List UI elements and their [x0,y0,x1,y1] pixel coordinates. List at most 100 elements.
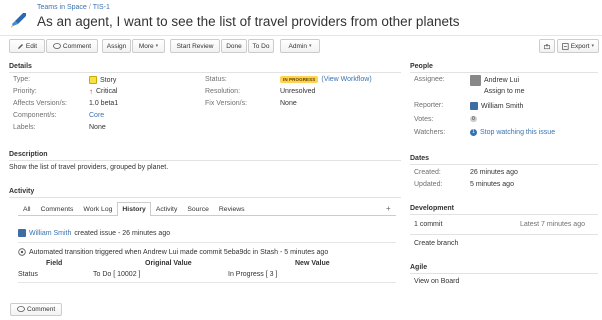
tab-activity[interactable]: Activity [151,202,183,215]
assign-button[interactable]: Assign [102,39,131,53]
breadcrumb-project-link[interactable]: Teams in Space [37,4,87,11]
agile-divider [410,273,598,274]
fix-version-value[interactable]: None [280,100,297,107]
more-dropdown[interactable]: More ▾ [132,39,165,53]
tab-reviews[interactable]: Reviews [214,202,250,215]
share-button[interactable] [539,39,555,53]
export-dropdown[interactable]: Export ▾ [557,39,599,53]
updated-label: Updated: [414,181,443,188]
expand-plus-icon[interactable]: + [386,204,391,213]
watchers-label: Watchers: [414,129,446,136]
comment-label: Comment [62,42,92,50]
view-workflow-link[interactable]: (View Workflow) [321,76,371,83]
speech-bubble-icon [53,42,61,49]
details-divider [9,72,401,73]
development-divider [410,214,598,215]
stop-watching-link[interactable]: Stop watching this issue [480,129,555,136]
issue-title[interactable]: As an agent, I want to see the list of t… [37,14,459,29]
watchers-value[interactable]: 1 Stop watching this issue [470,129,555,136]
admin-dropdown[interactable]: Admin ▾ [280,39,320,53]
avatar [470,75,481,86]
votes-label: Votes: [414,116,434,123]
comment-bottom-button[interactable]: Comment [10,303,63,316]
assignee-value[interactable]: Andrew Lui [470,75,519,86]
tab-work-log[interactable]: Work Log [78,202,117,215]
done-button[interactable]: Done [221,39,247,53]
more-label: More [138,42,154,50]
admin-label: Admin [288,42,307,50]
done-label: Done [226,42,242,50]
edit-button[interactable]: Edit [9,39,45,53]
assign-to-me-link[interactable]: Assign to me [484,88,524,95]
history-user-link[interactable]: William Smith [29,230,71,237]
chevron-down-icon: ▾ [155,43,159,49]
created-label: Created: [414,169,441,176]
votes-count: 0 [470,116,477,122]
status-value: IN PROGRESS (View Workflow) [280,76,372,83]
activity-divider [9,197,401,198]
reporter-value[interactable]: William Smith [470,102,523,110]
breadcrumb-separator: / [88,4,91,11]
chevron-down-icon: ▾ [591,43,594,49]
votes-value[interactable]: 0 [470,116,477,122]
view-on-board-link[interactable]: View on Board [414,278,459,285]
dates-heading: Dates [410,155,430,162]
story-icon [89,76,97,84]
breadcrumb-issue-link[interactable]: TIS-1 [93,4,110,11]
create-branch-link[interactable]: Create branch [414,240,458,247]
share-icon [544,43,550,49]
created-value: 26 minutes ago [470,169,518,176]
latest-commit-time: Latest 7 minutes ago [520,221,585,228]
people-heading: People [410,63,433,70]
description-heading: Description [9,151,48,158]
chevron-down-icon: ▾ [308,43,312,49]
history-row-new: In Progress [ 3 ] [228,271,278,278]
agile-heading: Agile [410,264,428,271]
activity-heading: Activity [9,188,35,195]
history-created-text: created issue - 26 minutes ago [74,229,171,237]
commits-link[interactable]: 1 commit [414,221,442,228]
reporter-name: William Smith [481,102,524,110]
comment-bottom-label: Comment [27,306,56,313]
history-col-original: Original Value [145,260,192,267]
start-review-label: Start Review [176,42,214,50]
comment-button[interactable]: Comment [46,39,98,53]
history-row-field: Status [18,271,38,278]
priority-value: ↑ Critical [89,86,118,96]
start-review-button[interactable]: Start Review [170,39,220,53]
tab-source[interactable]: Source [182,202,214,215]
history-col-new: New Value [295,260,330,267]
details-heading: Details [9,63,32,70]
assign-label: Assign [106,42,127,50]
affects-version-value[interactable]: 1.0 beta1 [89,100,118,107]
development-heading: Development [410,205,454,212]
components-link[interactable]: Core [89,112,104,119]
description-text[interactable]: Show the list of travel providers, group… [9,164,168,171]
project-rocket-icon[interactable] [9,10,29,30]
history-col-field: Field [46,260,63,267]
pencil-icon [17,43,23,49]
labels-label: Labels: [13,124,36,131]
breadcrumb: Teams in Space / TIS-1 [37,4,110,11]
automation-icon [18,248,26,256]
history-entry-transition: Automated transition triggered when Andr… [18,248,328,256]
history-row-original: To Do [ 10002 ] [93,271,141,278]
history-divider [18,242,396,243]
export-icon [562,42,569,50]
labels-value[interactable]: None [89,124,106,131]
resolution-value: Unresolved [280,88,316,95]
updated-value: 5 minutes ago [470,181,514,188]
tab-all[interactable]: All [18,202,36,215]
to-do-button[interactable]: To Do [248,39,274,53]
critical-priority-icon: ↑ [89,86,93,96]
tab-history[interactable]: History [117,202,151,216]
type-text: Story [100,76,117,84]
description-divider [9,160,401,161]
history-entry-created: William Smith created issue - 26 minutes… [18,229,170,237]
history-transition-text: Automated transition triggered when Andr… [29,248,329,256]
watchers-count: 1 [470,129,477,136]
people-divider [410,72,598,73]
components-label: Component/s: [13,112,57,119]
priority-text: Critical [96,88,118,95]
tab-comments[interactable]: Comments [36,202,79,215]
